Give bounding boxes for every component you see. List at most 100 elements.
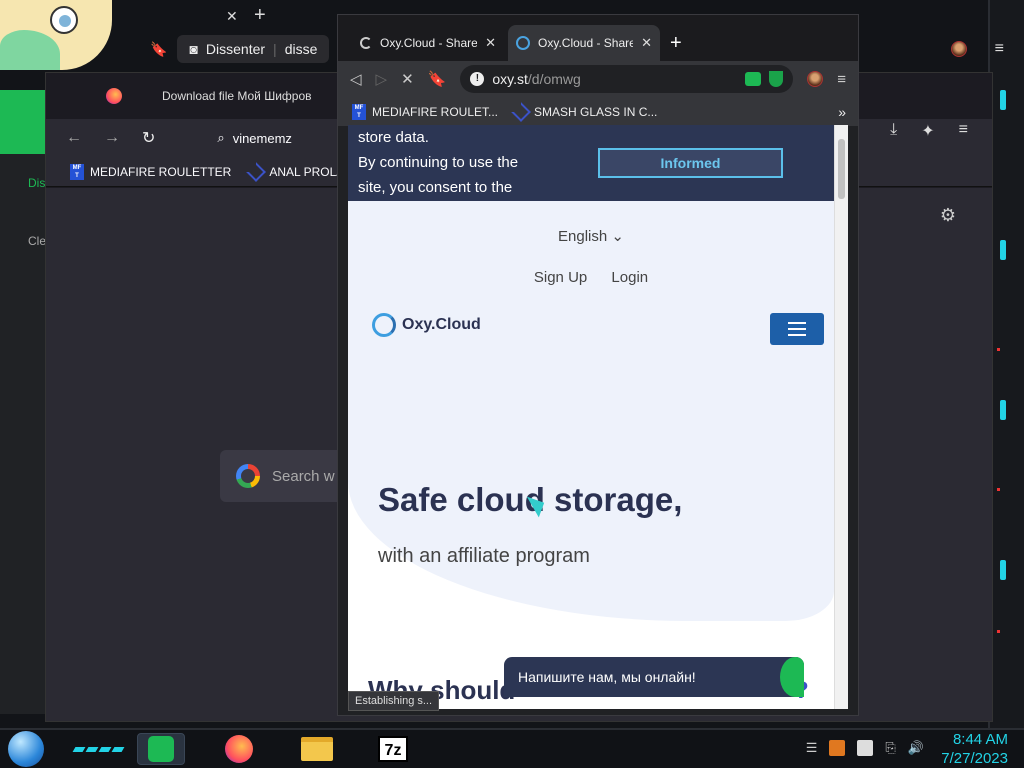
search-placeholder: Search w bbox=[272, 467, 335, 485]
deco-stripe bbox=[1000, 560, 1006, 580]
avatar[interactable] bbox=[807, 71, 824, 87]
desktop: Dis Cle Download file Мой Шифров ← → ↻ ⌕… bbox=[0, 0, 1024, 768]
language-selector[interactable]: English ⌄ bbox=[348, 227, 834, 245]
cartoon-hair bbox=[0, 30, 60, 70]
new-tab-icon[interactable]: + bbox=[254, 4, 266, 27]
menu-icon[interactable]: ≡ bbox=[959, 121, 968, 141]
tab-label: Oxy.Cloud - Share bbox=[538, 36, 634, 50]
chat-widget[interactable]: Напишите нам, мы онлайн! bbox=[504, 657, 804, 697]
status-bar: Establishing s... bbox=[348, 691, 440, 711]
back-icon[interactable]: ◁ bbox=[350, 70, 362, 88]
hero-section: English ⌄ Sign Up Login Oxy.Cloud Safe c… bbox=[348, 201, 834, 709]
forward-icon[interactable]: ▷ bbox=[376, 70, 388, 88]
informed-button[interactable]: Informed bbox=[598, 148, 783, 178]
address-bar[interactable]: ! oxy.st/d/omwg bbox=[460, 65, 794, 93]
close-icon[interactable]: ✕ bbox=[485, 35, 496, 51]
taskbar-file-explorer[interactable] bbox=[293, 733, 341, 765]
oxy-cloud-logo[interactable]: Oxy.Cloud bbox=[372, 313, 481, 337]
menu-icon[interactable]: ≡ bbox=[995, 40, 1004, 58]
taskbar: 7z ☰ ⎘ 🔊 8:44 AM 7/27/2023 bbox=[0, 728, 1024, 768]
deco-light bbox=[997, 488, 1000, 491]
google-icon bbox=[236, 464, 260, 488]
tab-bar: Oxy.Cloud - Share ✕ Oxy.Cloud - Share ✕ … bbox=[338, 15, 858, 61]
smash-icon bbox=[246, 161, 267, 182]
show-desktop-icon[interactable]: ☰ bbox=[806, 740, 818, 756]
sidebar-item[interactable]: Dis bbox=[28, 176, 45, 190]
desktop-decoration-right bbox=[988, 0, 1024, 728]
loading-spinner-icon bbox=[360, 37, 372, 49]
7zip-icon: 7z bbox=[378, 736, 408, 762]
shield-icon[interactable] bbox=[769, 71, 784, 87]
new-tab-icon[interactable]: + bbox=[670, 32, 682, 55]
oxy-cloud-icon bbox=[516, 36, 530, 50]
reload-icon[interactable]: ↻ bbox=[142, 128, 155, 148]
extensions-icon[interactable]: ✦ bbox=[921, 121, 934, 141]
spotify-icon bbox=[148, 736, 174, 762]
cookie-text-line: site, you consent to the bbox=[358, 179, 513, 196]
download-icon[interactable]: ⤓ bbox=[890, 121, 897, 141]
tab-oxy-loading[interactable]: Oxy.Cloud - Share ✕ bbox=[352, 25, 504, 61]
chat-icon bbox=[780, 657, 804, 697]
foreground-browser-window: Oxy.Cloud - Share ✕ Oxy.Cloud - Share ✕ … bbox=[337, 14, 859, 716]
scroll-thumb[interactable] bbox=[838, 139, 845, 199]
volume-icon[interactable]: 🔊 bbox=[908, 740, 924, 756]
close-icon[interactable]: ✕ bbox=[641, 35, 652, 51]
taskbar-7zip[interactable]: 7z bbox=[369, 733, 417, 765]
avatar[interactable] bbox=[950, 41, 967, 57]
bookmark-mediafire[interactable]: MF T MEDIAFIRE ROULET... bbox=[352, 103, 499, 120]
deco-light bbox=[997, 630, 1000, 633]
sidebar-item[interactable]: Cle bbox=[28, 234, 46, 248]
bookmark-label: MEDIAFIRE ROULETTER bbox=[90, 164, 232, 179]
cartoon-wallpaper-image bbox=[0, 0, 112, 70]
bookmark-icon[interactable]: 🔖 bbox=[150, 41, 167, 58]
tab-oxy-active[interactable]: Oxy.Cloud - Share ✕ bbox=[508, 25, 660, 61]
taskbar-spotify[interactable] bbox=[137, 733, 185, 765]
cookie-text-line: store data. bbox=[358, 129, 429, 146]
toolbar-actions: ⤓ ✦ ≡ bbox=[890, 121, 968, 141]
clock[interactable]: 8:44 AM 7/27/2023 bbox=[941, 730, 1008, 768]
bookmark-mediafire[interactable]: MF T MEDIAFIRE ROULETTER bbox=[70, 163, 232, 180]
gear-icon[interactable]: ⚙ bbox=[940, 205, 956, 226]
bookmark-label: MEDIAFIRE ROULET... bbox=[372, 104, 499, 119]
firefox-icon bbox=[106, 88, 122, 104]
address-bar[interactable]: ⌕ vinememz bbox=[217, 130, 292, 146]
stop-icon[interactable]: ✕ bbox=[401, 70, 414, 88]
deco-light bbox=[997, 348, 1000, 351]
network-icon[interactable]: ⎘ bbox=[885, 740, 895, 756]
start-button[interactable] bbox=[8, 731, 44, 767]
navigation-toolbar: ◁ ▷ ✕ 🔖 ! oxy.st/d/omwg ≡ bbox=[338, 61, 858, 97]
flag-icon[interactable] bbox=[857, 740, 874, 756]
menu-icon[interactable]: ≡ bbox=[837, 71, 846, 88]
hamburger-menu-button[interactable] bbox=[770, 313, 824, 345]
forward-icon[interactable]: → bbox=[104, 129, 120, 147]
address-text: vinememz bbox=[232, 130, 292, 146]
deco-stripe bbox=[1000, 400, 1006, 420]
mediafire-icon: MF T bbox=[352, 103, 366, 120]
extension-icon[interactable] bbox=[745, 72, 762, 86]
info-icon[interactable]: ! bbox=[470, 72, 485, 86]
tray-app-icon[interactable] bbox=[829, 740, 846, 756]
close-icon[interactable]: ✕ bbox=[226, 8, 238, 25]
language-label: English bbox=[558, 228, 608, 245]
signup-link[interactable]: Sign Up bbox=[534, 269, 587, 286]
tab-label: Dissenter bbox=[205, 41, 266, 57]
top-window-actions: ≡ bbox=[950, 40, 1004, 58]
cookie-banner: store data. By continuing to use the sit… bbox=[348, 125, 834, 201]
more-bookmarks-icon[interactable]: » bbox=[838, 104, 846, 120]
tab-download-file[interactable]: Download file Мой Шифров bbox=[106, 88, 312, 104]
folder-icon bbox=[301, 737, 333, 761]
login-link[interactable]: Login bbox=[611, 269, 648, 286]
hero-subline: with an affiliate program bbox=[378, 545, 590, 567]
page-scrollbar[interactable] bbox=[834, 125, 848, 709]
cookie-text-line: By continuing to use the bbox=[358, 154, 519, 171]
url-domain: oxy.st bbox=[492, 71, 528, 87]
taskbar-firefox[interactable] bbox=[215, 733, 263, 765]
tab-dissenter[interactable]: ◙ Dissenter | disse bbox=[177, 35, 330, 63]
system-tray: ☰ ⎘ 🔊 bbox=[806, 740, 924, 756]
logo-text: Oxy.Cloud bbox=[402, 316, 481, 333]
bookmark-smash-glass[interactable]: SMASH GLASS IN C... bbox=[511, 101, 657, 122]
clock-date: 7/27/2023 bbox=[941, 750, 1008, 767]
cookie-text: store data. By continuing to use the sit… bbox=[358, 125, 558, 200]
bookmark-icon[interactable]: 🔖 bbox=[428, 70, 447, 88]
back-icon[interactable]: ← bbox=[66, 129, 82, 147]
